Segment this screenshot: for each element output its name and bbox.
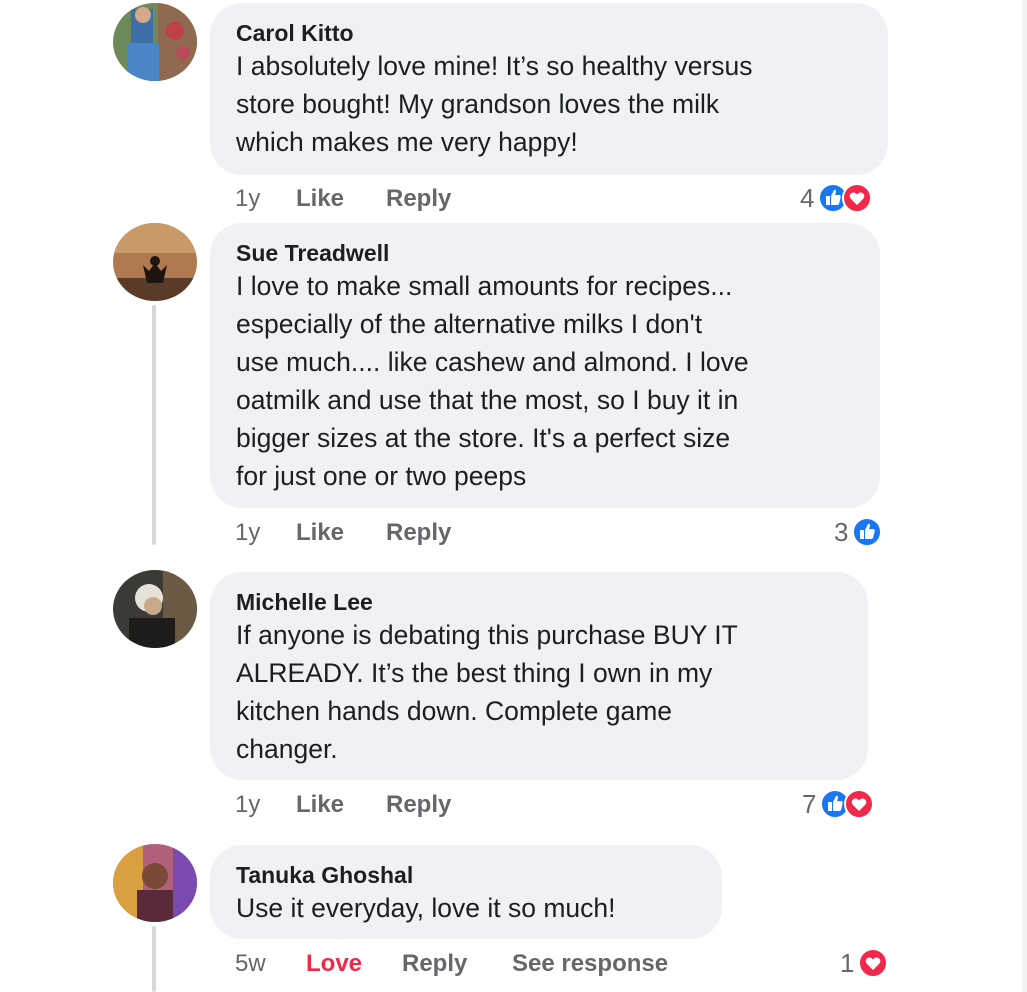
like-reaction-icon [852, 517, 883, 547]
love-reaction-icon [842, 183, 873, 213]
comment-timestamp[interactable]: 1y [235, 791, 296, 819]
reaction-count: 3 [834, 516, 849, 547]
comment-text: If anyone is debating this purchase BUY … [236, 620, 738, 764]
reaction-summary[interactable]: 1 [840, 946, 889, 980]
love-reaction-icon [858, 948, 889, 978]
comment-timestamp[interactable]: 1y [235, 185, 296, 213]
avatar[interactable] [113, 3, 197, 81]
comment-bubble: Tanuka Ghoshal Use it everyday, love it … [210, 845, 722, 939]
like-button[interactable]: Like [296, 519, 386, 547]
comment-text: Use it everyday, love it so much! [236, 893, 616, 923]
comment-bubble: Michelle Lee If anyone is debating this … [210, 572, 868, 780]
reaction-summary[interactable]: 7 [802, 787, 875, 821]
see-response-button[interactable]: See response [512, 950, 668, 978]
reply-button[interactable]: Reply [386, 791, 514, 819]
reply-thread-line [152, 926, 156, 992]
reaction-summary[interactable]: 4 [800, 181, 873, 215]
comment-timestamp[interactable]: 1y [235, 519, 296, 547]
comment-actions: 1y Like Reply [235, 788, 514, 822]
reply-button[interactable]: Reply [386, 185, 514, 213]
reply-button[interactable]: Reply [402, 950, 512, 978]
comment-text: I love to make small amounts for recipes… [236, 271, 749, 491]
avatar[interactable] [113, 844, 197, 922]
avatar[interactable] [113, 223, 197, 301]
comment-bubble: Sue Treadwell I love to make small amoun… [210, 223, 880, 508]
like-button[interactable]: Like [296, 185, 386, 213]
reaction-summary[interactable]: 3 [834, 515, 883, 549]
reaction-count: 4 [800, 182, 815, 213]
comment-author[interactable]: Tanuka Ghoshal [236, 861, 696, 889]
love-reaction-icon [844, 789, 875, 819]
comment-timestamp[interactable]: 5w [235, 950, 306, 978]
reaction-count: 7 [802, 788, 817, 819]
reply-thread-line [152, 305, 156, 545]
like-button[interactable]: Like [296, 791, 386, 819]
comment-actions: 1y Like Reply [235, 182, 514, 216]
comment-author[interactable]: Michelle Lee [236, 588, 842, 616]
comment-actions: 1y Like Reply [235, 516, 514, 550]
comment-actions: 5w Love Reply See response [235, 947, 668, 981]
avatar[interactable] [113, 570, 197, 648]
page-edge [1022, 0, 1027, 992]
comment-text: I absolutely love mine! It’s so healthy … [236, 51, 753, 157]
love-button[interactable]: Love [306, 950, 402, 978]
reaction-count: 1 [840, 947, 855, 978]
comment-author[interactable]: Sue Treadwell [236, 239, 854, 267]
comment-author[interactable]: Carol Kitto [236, 19, 862, 47]
reply-button[interactable]: Reply [386, 519, 514, 547]
comment-bubble: Carol Kitto I absolutely love mine! It’s… [210, 3, 888, 175]
